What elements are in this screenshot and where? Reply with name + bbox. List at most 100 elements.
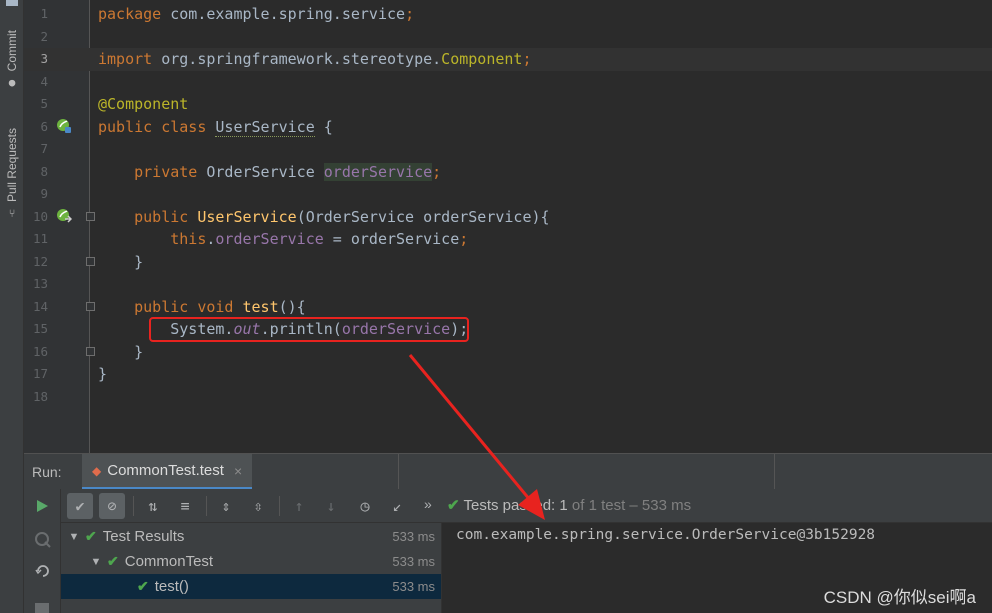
passed-check-icon: ✔ — [137, 578, 149, 594]
fold-marker[interactable] — [86, 302, 95, 311]
show-ignored-button[interactable]: ⊘ — [99, 493, 125, 519]
constructor-params: (OrderService orderService){ — [296, 207, 550, 226]
keyword-import: import — [98, 50, 153, 68]
line-number: 8 — [40, 163, 48, 179]
tree-row-test-results[interactable]: ▼ ✔ Test Results 533 ms — [61, 524, 441, 549]
sort-by-duration-button[interactable]: ≡ — [172, 493, 198, 519]
code-line-2[interactable]: 2 — [24, 26, 992, 49]
toggle-auto-test-icon[interactable] — [34, 562, 52, 580]
status-passed-label: Tests passed: — [463, 497, 556, 514]
tree-row-time: 533 ms — [392, 554, 435, 569]
collapse-all-icon: ⇳ — [253, 497, 263, 515]
spring-bean-icon[interactable] — [56, 118, 72, 134]
keyword-this: this — [170, 230, 207, 248]
fold-marker[interactable] — [86, 347, 95, 356]
code-text: this.orderService = orderService; — [98, 228, 468, 250]
stop-icon[interactable] — [35, 603, 49, 613]
collapse-all-button[interactable]: ⇳ — [245, 493, 271, 519]
commit-tab[interactable]: Commit ● — [0, 30, 24, 89]
code-line-1[interactable]: 1 package com.example.spring.service; — [24, 3, 992, 26]
previous-failed-button[interactable]: ↑ — [286, 493, 312, 519]
import-package: org.springframework.stereotype. — [152, 50, 442, 68]
line-number: 18 — [32, 388, 48, 404]
show-passed-button[interactable]: ✔ — [67, 493, 93, 519]
code-line-13[interactable]: 13 — [24, 273, 992, 296]
passed-check-icon: ✔ — [85, 528, 97, 544]
pull-requests-tab[interactable]: Pull Requests ⑂ — [0, 128, 24, 220]
line-number: 10 — [32, 208, 48, 224]
line-number: 11 — [32, 231, 48, 246]
check-icon: ✔ — [75, 497, 85, 515]
code-text: } — [98, 251, 143, 273]
sort-alphabetically-button[interactable]: ⇅ — [140, 493, 166, 519]
code-editor[interactable]: 1 package com.example.spring.service; 2 … — [24, 0, 992, 453]
toolbar-overflow-icon[interactable]: » — [424, 496, 432, 512]
line-number: 14 — [32, 298, 48, 314]
code-line-17[interactable]: 17 } — [24, 363, 992, 386]
status-passed-count: 1 — [555, 497, 568, 514]
method-name: test — [242, 297, 279, 316]
code-text: public UserService(OrderService orderSer… — [98, 206, 550, 228]
test-status: ✔ Tests passed: 1 of 1 test – 533 ms — [447, 496, 691, 514]
run-config-icon: ◆ — [92, 463, 102, 478]
tree-row-test-method[interactable]: ✔ test() 533 ms — [61, 574, 441, 599]
assignment: = orderService — [323, 230, 460, 248]
code-line-9[interactable]: 9 — [24, 183, 992, 206]
chevron-down-icon[interactable]: ▼ — [67, 531, 81, 543]
code-line-5[interactable]: 5 @Component — [24, 93, 992, 116]
status-summary: of 1 test – 533 ms — [567, 497, 692, 514]
spring-bean-navigate-icon[interactable] — [56, 208, 72, 224]
console-output[interactable]: com.example.spring.service.OrderService@… — [441, 523, 992, 613]
code-area[interactable]: 1 package com.example.spring.service; 2 … — [24, 0, 992, 453]
fold-marker[interactable] — [86, 257, 95, 266]
keyword-public: public — [134, 207, 189, 226]
clock-icon: ◷ — [360, 497, 370, 515]
fold-marker[interactable] — [86, 212, 95, 221]
code-line-3[interactable]: 3 import org.springframework.stereotype.… — [24, 48, 992, 71]
semicolon: ; — [405, 5, 415, 23]
run-tab-commontest[interactable]: ◆ CommonTest.test × — [82, 454, 253, 490]
code-text: package com.example.spring.service; — [98, 3, 414, 25]
test-results-tree: ▼ ✔ Test Results 533 ms ▼ ✔ CommonTest 5… — [61, 523, 441, 613]
expand-all-button[interactable]: ⇕ — [213, 493, 239, 519]
keyword-class: class — [152, 117, 216, 136]
code-text: public class UserService { — [98, 116, 333, 138]
rerun-icon[interactable] — [34, 498, 50, 514]
close-icon[interactable]: × — [234, 463, 242, 479]
left-tool-strip: Commit ● Pull Requests ⑂ — [0, 0, 24, 613]
tree-row-commontest[interactable]: ▼ ✔ CommonTest 533 ms — [61, 549, 441, 574]
line-number: 5 — [40, 96, 48, 111]
pull-requests-tab-label: Pull Requests — [5, 128, 19, 203]
code-line-14[interactable]: 14 public void test(){ — [24, 296, 992, 319]
code-line-8[interactable]: 8 private OrderService orderService; — [24, 161, 992, 184]
test-history-button[interactable]: ◷ — [352, 493, 378, 519]
code-line-7[interactable]: 7 — [24, 138, 992, 161]
sort-duration-icon: ≡ — [180, 497, 190, 515]
field-ref: orderService — [215, 230, 324, 248]
rerun-failed-icon[interactable] — [34, 530, 52, 548]
run-tab-title: CommonTest.test — [107, 462, 224, 479]
import-tests-button[interactable]: ↙ — [384, 493, 410, 519]
tree-row-label: Test Results — [102, 528, 185, 545]
next-failed-button[interactable]: ↓ — [318, 493, 344, 519]
code-text: private OrderService orderService; — [98, 161, 441, 183]
chevron-down-icon[interactable]: ▼ — [89, 556, 103, 568]
line-number: 2 — [40, 28, 48, 44]
code-line-18[interactable]: 18 — [24, 386, 992, 409]
code-line-10[interactable]: 10 public UserService(OrderService order… — [24, 206, 992, 229]
run-tool-window-header: Run: ◆ CommonTest.test × — [24, 453, 992, 490]
annotation: @Component — [98, 95, 189, 113]
tree-row-time: 533 ms — [392, 579, 435, 594]
method-params: (){ — [278, 297, 306, 316]
keyword-public: public — [134, 297, 189, 316]
code-line-16[interactable]: 16 } — [24, 341, 992, 364]
keyword-private: private — [134, 162, 198, 181]
code-line-6[interactable]: 6 public class UserService { — [24, 116, 992, 139]
annotation-highlight-box — [149, 317, 469, 342]
project-tab-marker[interactable] — [6, 0, 18, 6]
code-line-11[interactable]: 11 this.orderService = orderService; — [24, 228, 992, 251]
code-line-12[interactable]: 12 } — [24, 251, 992, 274]
code-line-4[interactable]: 4 — [24, 71, 992, 94]
run-label: Run: — [32, 464, 62, 480]
keyword-public: public — [98, 117, 153, 136]
